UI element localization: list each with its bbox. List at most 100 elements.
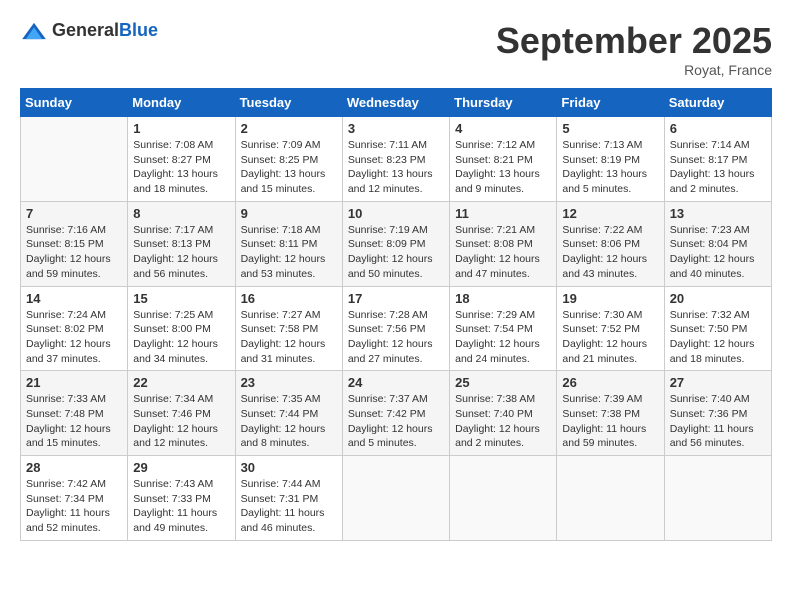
logo: GeneralBlue (20, 20, 158, 41)
cell-info: Sunrise: 7:11 AMSunset: 8:23 PMDaylight:… (348, 138, 444, 197)
cell-info: Sunrise: 7:34 AMSunset: 7:46 PMDaylight:… (133, 392, 229, 451)
calendar-day-cell: 28 Sunrise: 7:42 AMSunset: 7:34 PMDayligh… (21, 456, 128, 541)
day-number: 23 (241, 375, 337, 390)
calendar-day-cell: 21 Sunrise: 7:33 AMSunset: 7:48 PMDayligh… (21, 371, 128, 456)
cell-info: Sunrise: 7:38 AMSunset: 7:40 PMDaylight:… (455, 392, 551, 451)
cell-info: Sunrise: 7:44 AMSunset: 7:31 PMDaylight:… (241, 477, 337, 536)
cell-info: Sunrise: 7:24 AMSunset: 8:02 PMDaylight:… (26, 308, 122, 367)
calendar-day-cell (664, 456, 771, 541)
day-number: 27 (670, 375, 766, 390)
day-number: 5 (562, 121, 658, 136)
calendar-day-cell (557, 456, 664, 541)
calendar-day-cell: 4 Sunrise: 7:12 AMSunset: 8:21 PMDaylight… (450, 117, 557, 202)
day-number: 1 (133, 121, 229, 136)
cell-info: Sunrise: 7:27 AMSunset: 7:58 PMDaylight:… (241, 308, 337, 367)
calendar-day-cell: 11Sunrise: 7:21 AMSunset: 8:08 PMDayligh… (450, 201, 557, 286)
cell-info: Sunrise: 7:42 AMSunset: 7:34 PMDaylight:… (26, 477, 122, 536)
day-number: 20 (670, 291, 766, 306)
day-of-week-header: Friday (557, 89, 664, 117)
day-of-week-header: Wednesday (342, 89, 449, 117)
calendar-day-cell: 20 Sunrise: 7:32 AMSunset: 7:50 PMDayligh… (664, 286, 771, 371)
day-of-week-header: Monday (128, 89, 235, 117)
cell-info: Sunrise: 7:40 AMSunset: 7:36 PMDaylight:… (670, 392, 766, 451)
logo-blue-text: Blue (119, 20, 158, 40)
calendar-day-cell: 23Sunrise: 7:35 AMSunset: 7:44 PMDayligh… (235, 371, 342, 456)
day-number: 24 (348, 375, 444, 390)
logo-general-text: General (52, 20, 119, 40)
day-number: 25 (455, 375, 551, 390)
day-number: 21 (26, 375, 122, 390)
calendar-day-cell: 7 Sunrise: 7:16 AMSunset: 8:15 PMDaylight… (21, 201, 128, 286)
day-of-week-header: Tuesday (235, 89, 342, 117)
cell-info: Sunrise: 7:19 AMSunset: 8:09 PMDaylight:… (348, 223, 444, 282)
cell-info: Sunrise: 7:09 AMSunset: 8:25 PMDaylight:… (241, 138, 337, 197)
calendar-day-cell: 30 Sunrise: 7:44 AMSunset: 7:31 PMDayligh… (235, 456, 342, 541)
day-number: 2 (241, 121, 337, 136)
day-number: 15 (133, 291, 229, 306)
calendar-day-cell (450, 456, 557, 541)
day-number: 12 (562, 206, 658, 221)
calendar-header-row: SundayMondayTuesdayWednesdayThursdayFrid… (21, 89, 772, 117)
day-number: 29 (133, 460, 229, 475)
calendar-day-cell: 1 Sunrise: 7:08 AMSunset: 8:27 PMDaylight… (128, 117, 235, 202)
cell-info: Sunrise: 7:23 AMSunset: 8:04 PMDaylight:… (670, 223, 766, 282)
calendar-day-cell: 8 Sunrise: 7:17 AMSunset: 8:13 PMDaylight… (128, 201, 235, 286)
cell-info: Sunrise: 7:18 AMSunset: 8:11 PMDaylight:… (241, 223, 337, 282)
day-number: 14 (26, 291, 122, 306)
day-number: 10 (348, 206, 444, 221)
day-number: 11 (455, 206, 551, 221)
cell-info: Sunrise: 7:39 AMSunset: 7:38 PMDaylight:… (562, 392, 658, 451)
calendar-day-cell: 10 Sunrise: 7:19 AMSunset: 8:09 PMDayligh… (342, 201, 449, 286)
cell-info: Sunrise: 7:43 AMSunset: 7:33 PMDaylight:… (133, 477, 229, 536)
calendar-day-cell: 17 Sunrise: 7:28 AMSunset: 7:56 PMDayligh… (342, 286, 449, 371)
day-number: 7 (26, 206, 122, 221)
day-number: 18 (455, 291, 551, 306)
cell-info: Sunrise: 7:29 AMSunset: 7:54 PMDaylight:… (455, 308, 551, 367)
calendar-day-cell: 19 Sunrise: 7:30 AMSunset: 7:52 PMDayligh… (557, 286, 664, 371)
calendar-day-cell: 15 Sunrise: 7:25 AMSunset: 8:00 PMDayligh… (128, 286, 235, 371)
cell-info: Sunrise: 7:30 AMSunset: 7:52 PMDaylight:… (562, 308, 658, 367)
location-text: Royat, France (496, 62, 772, 78)
day-number: 26 (562, 375, 658, 390)
day-number: 16 (241, 291, 337, 306)
cell-info: Sunrise: 7:33 AMSunset: 7:48 PMDaylight:… (26, 392, 122, 451)
calendar-table: SundayMondayTuesdayWednesdayThursdayFrid… (20, 88, 772, 541)
cell-info: Sunrise: 7:13 AMSunset: 8:19 PMDaylight:… (562, 138, 658, 197)
day-number: 28 (26, 460, 122, 475)
day-number: 6 (670, 121, 766, 136)
cell-info: Sunrise: 7:28 AMSunset: 7:56 PMDaylight:… (348, 308, 444, 367)
calendar-day-cell: 14 Sunrise: 7:24 AMSunset: 8:02 PMDayligh… (21, 286, 128, 371)
calendar-week-row: 7 Sunrise: 7:16 AMSunset: 8:15 PMDaylight… (21, 201, 772, 286)
page-header: GeneralBlue September 2025 Royat, France (20, 20, 772, 78)
calendar-day-cell: 18 Sunrise: 7:29 AMSunset: 7:54 PMDayligh… (450, 286, 557, 371)
month-title: September 2025 (496, 20, 772, 62)
calendar-day-cell: 22 Sunrise: 7:34 AMSunset: 7:46 PMDayligh… (128, 371, 235, 456)
day-number: 4 (455, 121, 551, 136)
cell-info: Sunrise: 7:16 AMSunset: 8:15 PMDaylight:… (26, 223, 122, 282)
calendar-day-cell: 27 Sunrise: 7:40 AMSunset: 7:36 PMDayligh… (664, 371, 771, 456)
cell-info: Sunrise: 7:25 AMSunset: 8:00 PMDaylight:… (133, 308, 229, 367)
calendar-day-cell: 12 Sunrise: 7:22 AMSunset: 8:06 PMDayligh… (557, 201, 664, 286)
calendar-day-cell (21, 117, 128, 202)
calendar-day-cell: 3 Sunrise: 7:11 AMSunset: 8:23 PMDaylight… (342, 117, 449, 202)
calendar-day-cell: 13Sunrise: 7:23 AMSunset: 8:04 PMDayligh… (664, 201, 771, 286)
day-number: 30 (241, 460, 337, 475)
cell-info: Sunrise: 7:32 AMSunset: 7:50 PMDaylight:… (670, 308, 766, 367)
day-of-week-header: Thursday (450, 89, 557, 117)
day-number: 17 (348, 291, 444, 306)
calendar-day-cell: 29 Sunrise: 7:43 AMSunset: 7:33 PMDayligh… (128, 456, 235, 541)
cell-info: Sunrise: 7:12 AMSunset: 8:21 PMDaylight:… (455, 138, 551, 197)
day-number: 22 (133, 375, 229, 390)
day-number: 3 (348, 121, 444, 136)
calendar-day-cell (342, 456, 449, 541)
day-number: 19 (562, 291, 658, 306)
day-number: 8 (133, 206, 229, 221)
calendar-day-cell: 25 Sunrise: 7:38 AMSunset: 7:40 PMDayligh… (450, 371, 557, 456)
calendar-day-cell: 2 Sunrise: 7:09 AMSunset: 8:25 PMDaylight… (235, 117, 342, 202)
logo-icon (20, 21, 48, 41)
cell-info: Sunrise: 7:08 AMSunset: 8:27 PMDaylight:… (133, 138, 229, 197)
calendar-day-cell: 9Sunrise: 7:18 AMSunset: 8:11 PMDaylight… (235, 201, 342, 286)
cell-info: Sunrise: 7:17 AMSunset: 8:13 PMDaylight:… (133, 223, 229, 282)
calendar-week-row: 1 Sunrise: 7:08 AMSunset: 8:27 PMDaylight… (21, 117, 772, 202)
cell-info: Sunrise: 7:22 AMSunset: 8:06 PMDaylight:… (562, 223, 658, 282)
